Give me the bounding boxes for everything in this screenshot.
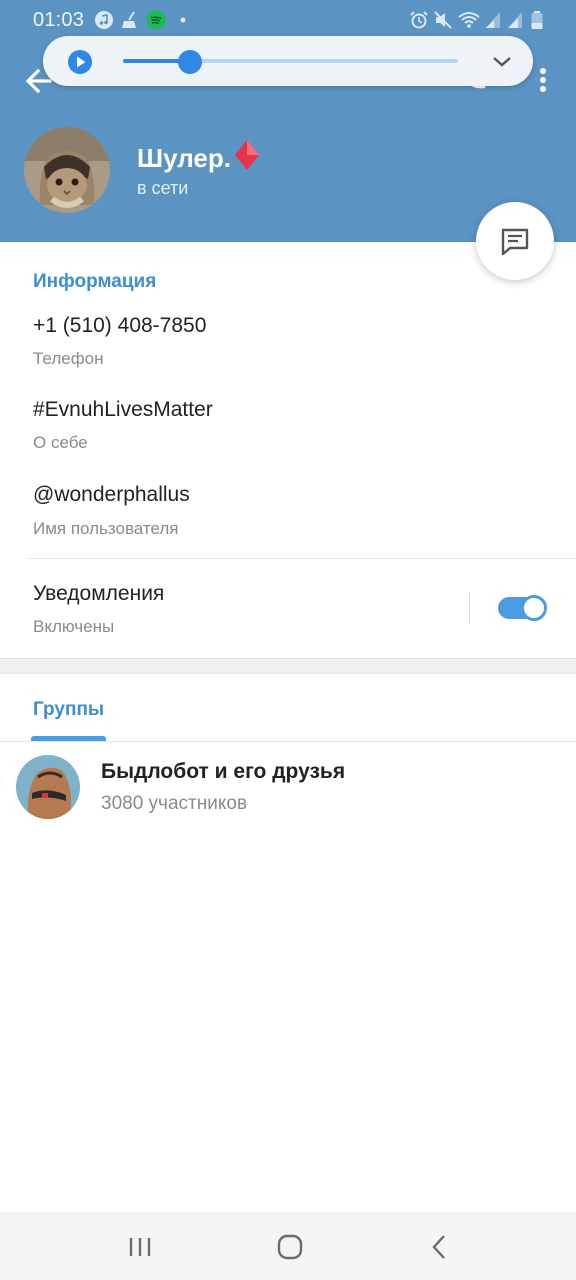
audio-progress-thumb[interactable] xyxy=(178,50,202,74)
system-nav-bar xyxy=(0,1212,576,1280)
alarm-icon xyxy=(409,10,429,30)
phone-label: Телефон xyxy=(33,349,104,368)
mute-icon xyxy=(433,10,453,30)
more-options-icon[interactable] xyxy=(532,66,554,96)
recent-apps-icon[interactable] xyxy=(125,1232,155,1262)
tabs-divider xyxy=(0,741,576,742)
message-icon xyxy=(501,228,529,256)
profile-name-text: Шулер. xyxy=(137,143,231,173)
tab-groups[interactable]: Группы xyxy=(33,699,104,721)
nav-back-icon[interactable] xyxy=(425,1232,455,1262)
send-message-button[interactable] xyxy=(476,202,554,280)
profile-status: в сети xyxy=(137,178,189,198)
audio-progress-track[interactable] xyxy=(123,59,458,63)
wifi-icon xyxy=(457,10,480,30)
notifications-status: Включены xyxy=(33,617,115,636)
group-avatar xyxy=(16,755,80,819)
phone-value[interactable]: +1 (510) 408-7850 xyxy=(33,314,206,338)
dot-icon xyxy=(176,10,196,30)
info-section-title: Информация xyxy=(33,271,157,292)
diamond-icon xyxy=(234,139,260,178)
signal-icon xyxy=(506,10,526,30)
battery-icon xyxy=(530,10,550,30)
music-icon xyxy=(94,10,114,30)
profile-avatar[interactable] xyxy=(24,127,110,213)
home-icon[interactable] xyxy=(275,1232,305,1262)
profile-name: Шулер. xyxy=(137,139,260,178)
notifications-toggle-knob[interactable] xyxy=(521,595,547,621)
spotify-icon xyxy=(146,10,166,30)
username-label: Имя пользователя xyxy=(33,519,179,538)
status-time: 01:03 xyxy=(33,9,85,31)
bio-label: О себе xyxy=(33,433,88,452)
audio-player xyxy=(43,36,533,86)
group-members: 3080 участников xyxy=(101,793,248,814)
status-bar: 01:03 xyxy=(0,0,576,40)
notifications-title[interactable]: Уведомления xyxy=(33,582,164,606)
username-value[interactable]: @wonderphallus xyxy=(33,483,190,507)
bio-value[interactable]: #EvnuhLivesMatter xyxy=(33,398,213,422)
cleaner-icon xyxy=(120,10,140,30)
signal-icon xyxy=(484,10,504,30)
toggle-separator xyxy=(469,592,470,624)
play-icon[interactable] xyxy=(67,49,93,75)
group-name: Быдлобот и его друзья xyxy=(101,760,346,783)
chevron-down-icon[interactable] xyxy=(490,50,514,74)
section-separator xyxy=(0,658,576,674)
info-divider xyxy=(29,558,576,559)
